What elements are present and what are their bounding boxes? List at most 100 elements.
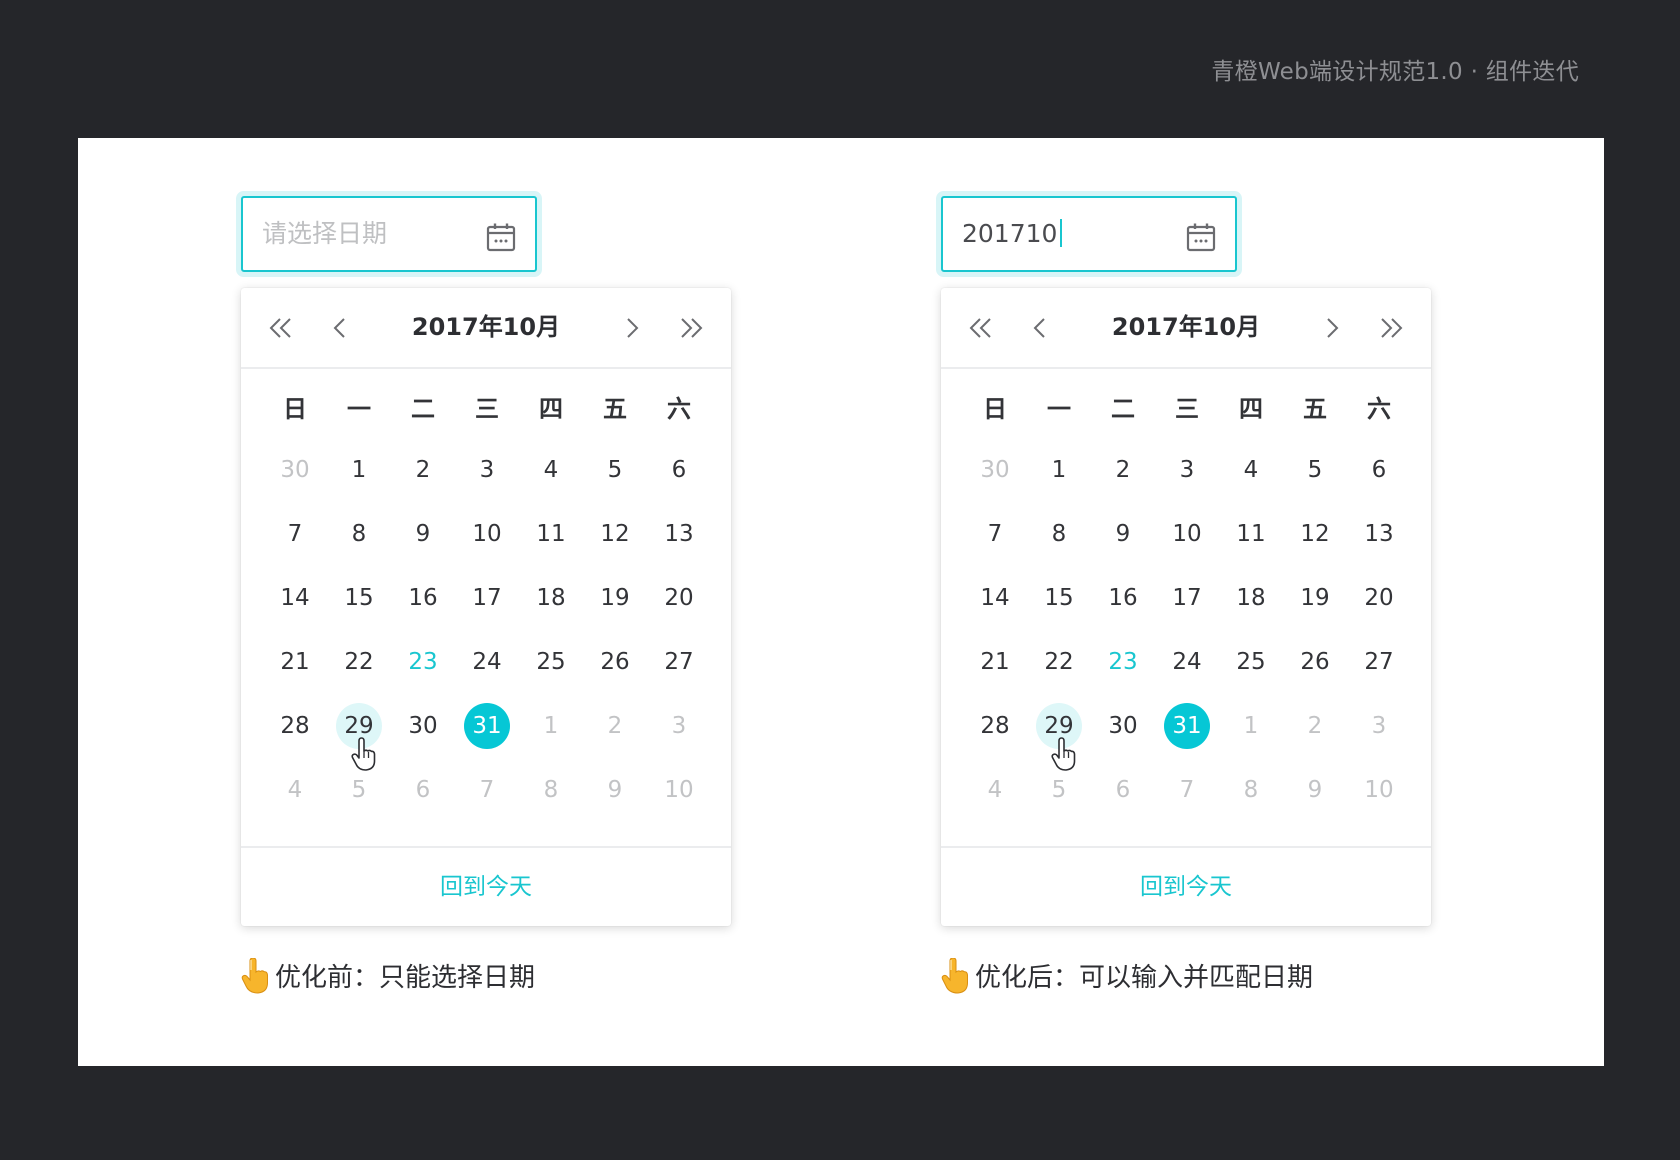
calendar-day-outside[interactable]: 8: [1228, 767, 1274, 813]
calendar-day[interactable]: 18: [528, 575, 574, 621]
calendar-icon[interactable]: [1185, 221, 1217, 253]
calendar-day[interactable]: 13: [1356, 511, 1402, 557]
chevron-right-icon[interactable]: [618, 314, 646, 342]
calendar-day-outside[interactable]: 9: [1292, 767, 1338, 813]
week-row: 21 22 23 24 25 26 27: [263, 630, 711, 694]
calendar-day-outside[interactable]: 7: [464, 767, 510, 813]
calendar-day[interactable]: 21: [972, 639, 1018, 685]
date-input-before[interactable]: 请选择日期: [241, 196, 537, 272]
calendar-day[interactable]: 22: [336, 639, 382, 685]
calendar-day[interactable]: 13: [656, 511, 702, 557]
calendar-day-selected[interactable]: 31: [1164, 703, 1210, 749]
calendar-day[interactable]: 30: [400, 703, 446, 749]
calendar-day-outside[interactable]: 10: [1356, 767, 1402, 813]
calendar-day[interactable]: 11: [1228, 511, 1274, 557]
calendar-day[interactable]: 24: [464, 639, 510, 685]
calendar-day-outside[interactable]: 3: [1356, 703, 1402, 749]
calendar-day[interactable]: 4: [528, 447, 574, 493]
calendar-day[interactable]: 12: [1292, 511, 1338, 557]
calendar-day[interactable]: 8: [1036, 511, 1082, 557]
calendar-day-outside[interactable]: 8: [528, 767, 574, 813]
calendar-day[interactable]: 21: [272, 639, 318, 685]
calendar-day[interactable]: 12: [592, 511, 638, 557]
calendar-day[interactable]: 6: [656, 447, 702, 493]
calendar-day[interactable]: 26: [1292, 639, 1338, 685]
calendar-day[interactable]: 17: [464, 575, 510, 621]
calendar-day-outside[interactable]: 3: [656, 703, 702, 749]
day-cell: 7: [263, 511, 327, 557]
calendar-day[interactable]: 27: [1356, 639, 1402, 685]
calendar-day-today[interactable]: 23: [400, 639, 446, 685]
calendar-day[interactable]: 27: [656, 639, 702, 685]
calendar-day-outside[interactable]: 2: [592, 703, 638, 749]
chevron-right-icon[interactable]: [1318, 314, 1346, 342]
double-chevron-right-icon[interactable]: [1377, 314, 1405, 342]
calendar-day-outside[interactable]: 7: [1164, 767, 1210, 813]
calendar-day-outside[interactable]: 5: [1036, 767, 1082, 813]
calendar-day-outside[interactable]: 10: [656, 767, 702, 813]
calendar-day[interactable]: 20: [1356, 575, 1402, 621]
calendar-day-hovered[interactable]: 29: [1036, 703, 1082, 749]
calendar-day-outside[interactable]: 30: [272, 447, 318, 493]
calendar-day-outside[interactable]: 1: [528, 703, 574, 749]
calendar-day[interactable]: 19: [1292, 575, 1338, 621]
calendar-day[interactable]: 1: [336, 447, 382, 493]
calendar-day[interactable]: 3: [464, 447, 510, 493]
calendar-day[interactable]: 5: [592, 447, 638, 493]
calendar-day[interactable]: 14: [972, 575, 1018, 621]
calendar-day[interactable]: 8: [336, 511, 382, 557]
back-to-today-link[interactable]: 回到今天: [941, 848, 1431, 926]
back-to-today-link[interactable]: 回到今天: [241, 848, 731, 926]
calendar-day[interactable]: 2: [1100, 447, 1146, 493]
calendar-day[interactable]: 9: [1100, 511, 1146, 557]
calendar-day[interactable]: 2: [400, 447, 446, 493]
date-input-after[interactable]: 201710: [941, 196, 1237, 272]
calendar-day-outside[interactable]: 30: [972, 447, 1018, 493]
calendar-day-outside[interactable]: 6: [400, 767, 446, 813]
day-cell: 9: [1283, 767, 1347, 813]
calendar-day[interactable]: 9: [400, 511, 446, 557]
calendar-day[interactable]: 1: [1036, 447, 1082, 493]
weekday-label: 日: [983, 394, 1007, 423]
calendar-day-hovered[interactable]: 29: [336, 703, 382, 749]
calendar-day[interactable]: 19: [592, 575, 638, 621]
calendar-day[interactable]: 17: [1164, 575, 1210, 621]
calendar-day[interactable]: 22: [1036, 639, 1082, 685]
calendar-day[interactable]: 10: [464, 511, 510, 557]
calendar-day[interactable]: 15: [1036, 575, 1082, 621]
calendar-day[interactable]: 30: [1100, 703, 1146, 749]
date-picker-panel: 2017年10月 日一二三四五六 30 1 2 3 4 5 6 7 8 9 10 11 12 13 14 15 1…: [941, 288, 1431, 926]
calendar-day[interactable]: 14: [272, 575, 318, 621]
calendar-day-outside[interactable]: 4: [272, 767, 318, 813]
calendar-day-outside[interactable]: 5: [336, 767, 382, 813]
calendar-day-outside[interactable]: 4: [972, 767, 1018, 813]
calendar-day-outside[interactable]: 9: [592, 767, 638, 813]
double-chevron-right-icon[interactable]: [677, 314, 705, 342]
calendar-day-outside[interactable]: 6: [1100, 767, 1146, 813]
calendar-day[interactable]: 3: [1164, 447, 1210, 493]
calendar-day[interactable]: 26: [592, 639, 638, 685]
calendar-day-outside[interactable]: 1: [1228, 703, 1274, 749]
calendar-day[interactable]: 25: [1228, 639, 1274, 685]
calendar-day-selected[interactable]: 31: [464, 703, 510, 749]
calendar-day[interactable]: 25: [528, 639, 574, 685]
calendar-day[interactable]: 4: [1228, 447, 1274, 493]
calendar-day[interactable]: 11: [528, 511, 574, 557]
calendar-day[interactable]: 18: [1228, 575, 1274, 621]
calendar-day[interactable]: 28: [272, 703, 318, 749]
calendar-day-outside[interactable]: 2: [1292, 703, 1338, 749]
calendar-day[interactable]: 7: [972, 511, 1018, 557]
calendar-day[interactable]: 5: [1292, 447, 1338, 493]
calendar-day[interactable]: 6: [1356, 447, 1402, 493]
calendar-day[interactable]: 7: [272, 511, 318, 557]
calendar-icon[interactable]: [485, 221, 517, 253]
calendar-day-today[interactable]: 23: [1100, 639, 1146, 685]
calendar-day[interactable]: 24: [1164, 639, 1210, 685]
calendar-day[interactable]: 15: [336, 575, 382, 621]
calendar-day[interactable]: 16: [400, 575, 446, 621]
calendar-day[interactable]: 28: [972, 703, 1018, 749]
weekday-label: 三: [475, 394, 499, 423]
calendar-day[interactable]: 20: [656, 575, 702, 621]
calendar-day[interactable]: 10: [1164, 511, 1210, 557]
calendar-day[interactable]: 16: [1100, 575, 1146, 621]
